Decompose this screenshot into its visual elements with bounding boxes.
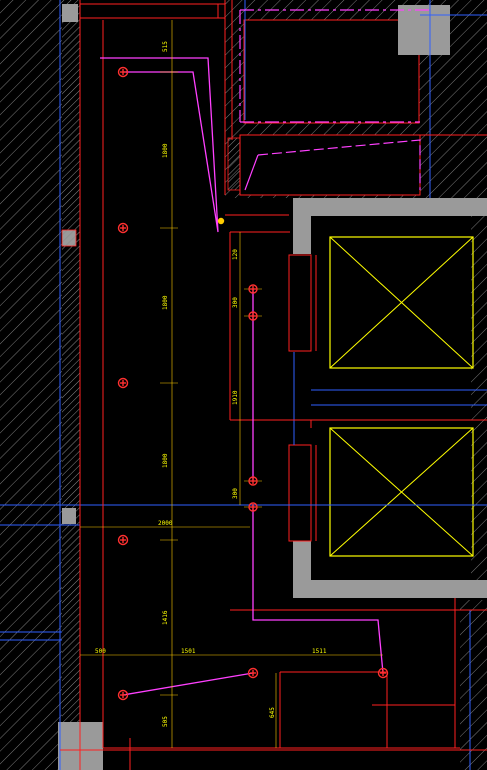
stair-wall-hatch	[227, 137, 241, 191]
switch-point	[217, 217, 225, 225]
room-top-right	[243, 19, 420, 124]
dim-small-b: 300	[232, 488, 239, 499]
light-fixture	[248, 476, 258, 486]
small-column-marker	[61, 229, 77, 247]
dim-segment-c: 1800	[162, 453, 169, 468]
stair-area	[239, 134, 421, 196]
dim-bottom-gap: 505	[162, 716, 169, 727]
dim-h-mid: 1501	[181, 648, 196, 655]
dim-h-right: 1511	[312, 648, 327, 655]
dim-span-width: 2000	[158, 520, 173, 527]
dim-bottom-segment: 1416	[162, 610, 169, 625]
wall-hatch-left	[0, 0, 80, 770]
dim-segment-b: 1800	[162, 295, 169, 310]
dim-segment-a: 1800	[162, 143, 169, 158]
elevator-shaft-area	[311, 216, 471, 580]
dim-lobby-height: 1910	[232, 390, 239, 405]
dim-h-left: 500	[95, 648, 106, 655]
dim-wall-gap: 120	[232, 249, 239, 260]
light-fixture	[248, 284, 258, 294]
dim-small-a: 300	[232, 297, 239, 308]
dim-right-drop: 645	[269, 707, 276, 718]
light-fixture	[248, 311, 258, 321]
light-fixture	[248, 502, 258, 512]
cad-floor-plan: 515 1800 1800 1800 1416 505 2000 120 300…	[0, 0, 487, 770]
dim-top-gap: 515	[162, 41, 169, 52]
